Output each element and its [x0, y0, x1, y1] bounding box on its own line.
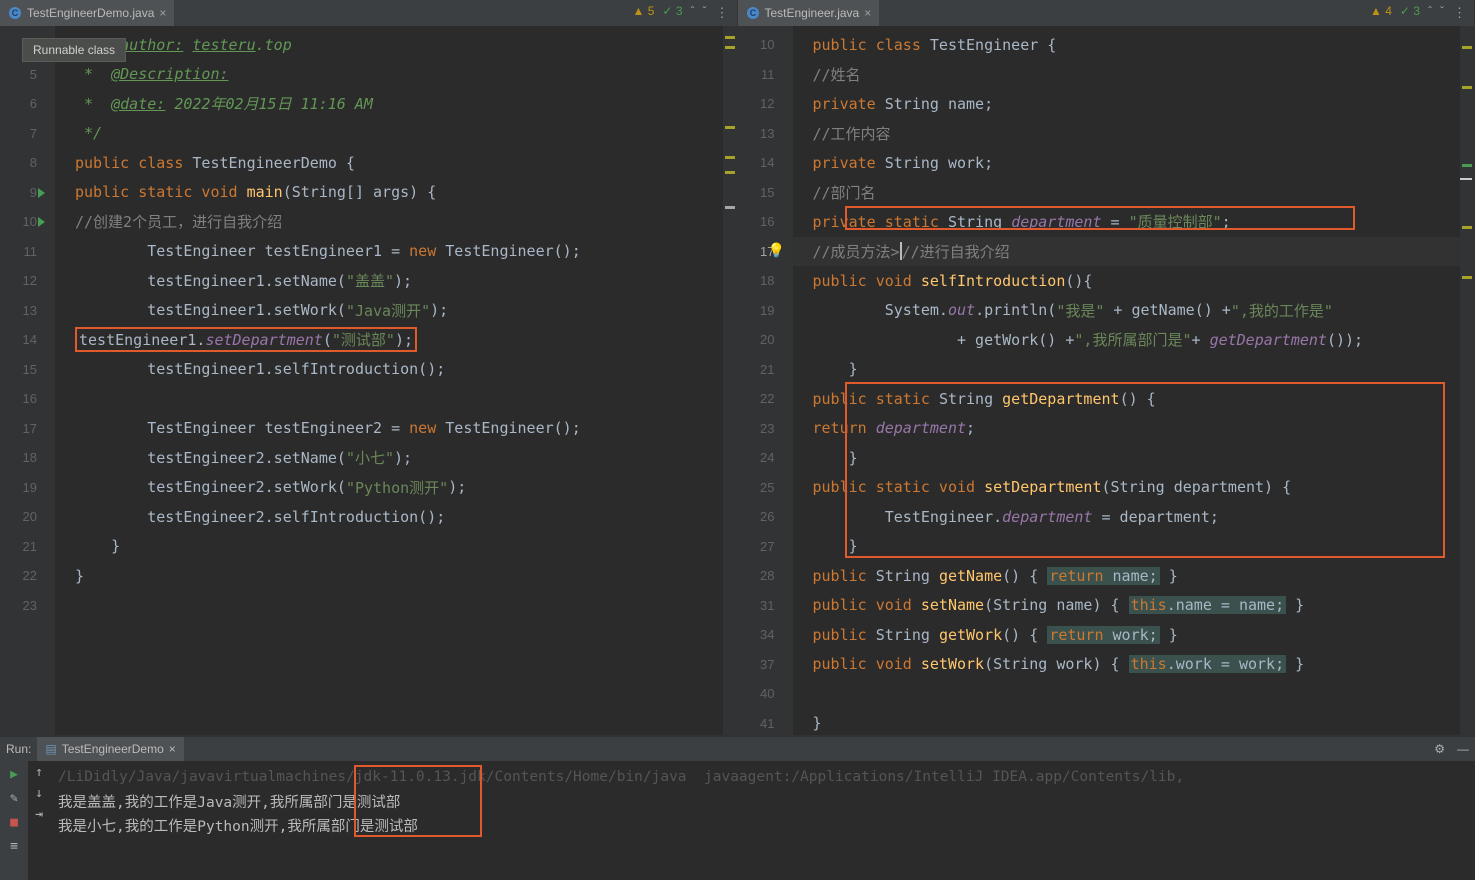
tab-label: TestEngineerDemo.java: [27, 6, 154, 20]
highlight-console: [354, 765, 482, 837]
right-tabbar: C TestEngineer.java × ⋮: [738, 0, 1475, 26]
run-label: Run:: [0, 742, 37, 756]
svg-text:C: C: [12, 8, 19, 18]
gear-icon[interactable]: ⚙: [1428, 742, 1451, 756]
console-nav: ↑ ↓ ⇥: [28, 761, 50, 880]
highlight-right-methods: [845, 382, 1445, 558]
left-gutter[interactable]: 4 5 6 7 8 9 10 11 12 13 14 15 16 17 18 1…: [0, 26, 55, 735]
left-tabbar: C TestEngineerDemo.java × ⋮: [0, 0, 737, 26]
runnable-tooltip: Runnable class: [22, 38, 126, 62]
close-icon[interactable]: ×: [159, 6, 166, 20]
console-line: 我是小七,我的工作是Python测开,我所属部门是测试部: [58, 813, 1467, 837]
svg-text:C: C: [749, 8, 756, 18]
highlight-left-call: testEngineer1.setDepartment("测试部");: [75, 327, 417, 352]
right-gutter[interactable]: 10 11 12 13 14 15 16 17 18 19 20 21 22 2…: [738, 26, 793, 735]
left-scrollstrip[interactable]: [723, 26, 737, 735]
left-inspection-widget[interactable]: ▲ 5 ✓ 3 ˆˇ: [633, 4, 707, 18]
console-output[interactable]: /LiDidly/Java/javavirtualmachines/jdk-11…: [50, 761, 1475, 880]
wrap-icon[interactable]: ⇥: [35, 807, 43, 822]
tab-more-icon[interactable]: ⋮: [708, 5, 737, 21]
java-class-icon: C: [8, 6, 22, 20]
right-scrollstrip[interactable]: [1460, 26, 1474, 735]
left-editor-pane: C TestEngineerDemo.java × ⋮ Runnable cla…: [0, 0, 738, 735]
tool-button[interactable]: ✎: [5, 789, 23, 807]
highlight-right-field: [845, 206, 1355, 230]
down-arrow-icon[interactable]: ↓: [35, 786, 43, 801]
right-code-area[interactable]: public class TestEngineer { //姓名 private…: [793, 26, 1475, 735]
left-editor[interactable]: 4 5 6 7 8 9 10 11 12 13 14 15 16 17 18 1…: [0, 26, 737, 735]
run-panel-header: Run: ▤ TestEngineerDemo × ⚙ —: [0, 737, 1475, 761]
right-inspection-widget[interactable]: ▲ 4 ✓ 3 ˆˇ: [1370, 4, 1444, 18]
run-tab[interactable]: ▤ TestEngineerDemo ×: [37, 737, 183, 761]
java-class-icon: C: [746, 6, 760, 20]
tab-testengineerdemo[interactable]: C TestEngineerDemo.java ×: [0, 0, 174, 26]
tab-testengineer[interactable]: C TestEngineer.java ×: [738, 0, 880, 26]
left-code-area[interactable]: * @author: testeru.top * @Description: *…: [55, 26, 737, 735]
tab-more-icon[interactable]: ⋮: [1445, 5, 1474, 21]
console-line: 我是盖盖,我的工作是Java测开,我所属部门是测试部: [58, 789, 1467, 813]
run-tab-label: TestEngineerDemo: [62, 742, 164, 756]
stop-button[interactable]: ■: [5, 813, 23, 831]
run-panel: Run: ▤ TestEngineerDemo × ⚙ — ▶ ✎ ■ ≡ ↑ …: [0, 735, 1475, 880]
right-editor[interactable]: 10 11 12 13 14 15 16 17 18 19 20 21 22 2…: [738, 26, 1475, 735]
run-toolbar: ▶ ✎ ■ ≡: [0, 761, 28, 880]
bulb-icon[interactable]: 💡: [768, 243, 785, 259]
layout-button[interactable]: ≡: [5, 837, 23, 855]
up-arrow-icon[interactable]: ↑: [35, 765, 43, 780]
run-config-icon: ▤: [45, 742, 56, 756]
right-editor-pane: C TestEngineer.java × ⋮ ▲ 4 ✓ 3 ˆˇ 10 11…: [738, 0, 1475, 735]
tab-label: TestEngineer.java: [765, 6, 860, 20]
close-icon[interactable]: ×: [169, 742, 176, 756]
close-icon[interactable]: ×: [864, 6, 871, 20]
hide-icon[interactable]: —: [1451, 742, 1475, 756]
rerun-button[interactable]: ▶: [5, 765, 23, 783]
console-cmd-line: /LiDidly/Java/javavirtualmachines/jdk-11…: [58, 765, 1467, 789]
